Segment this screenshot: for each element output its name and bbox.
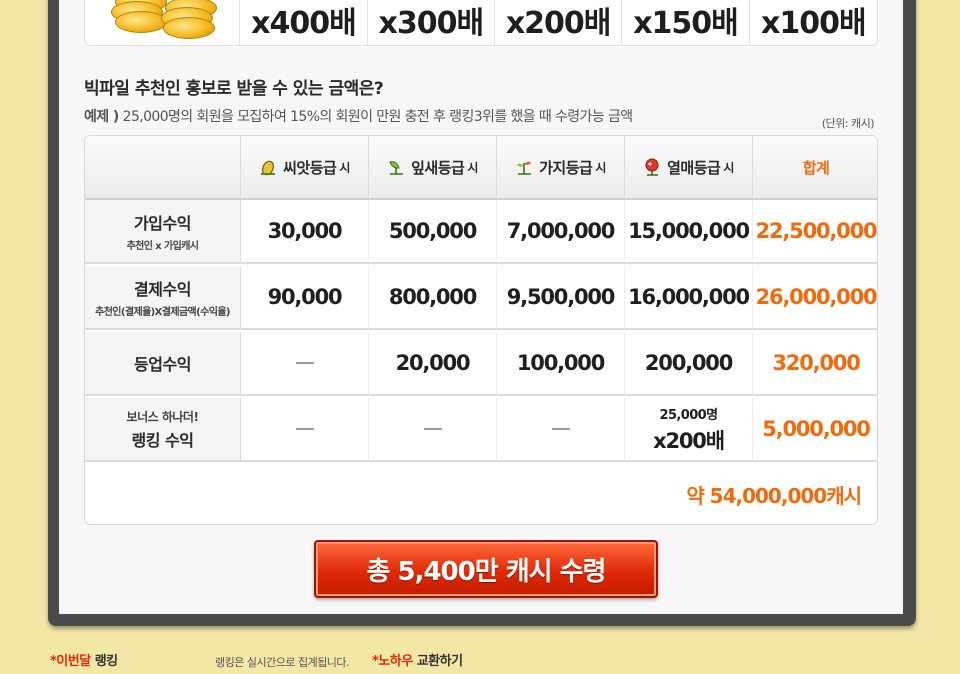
row-total: 22,500,000 <box>755 219 877 243</box>
table-row: 결제수익 추천인(결제율)X결제금액(수익율) 90,000 800,000 9… <box>85 266 877 330</box>
example-description: 25,000명의 회원을 모집하여 15%의 회원이 만원 충전 후 랭킹3위를… <box>122 109 634 125</box>
table-cell-empty <box>497 398 625 460</box>
leaf-icon <box>387 158 405 176</box>
table-cell-empty <box>241 398 369 460</box>
header-stage-leaf: 잎새등급 시 <box>369 136 497 198</box>
sprout-icon <box>515 158 533 176</box>
unit-note: (단위: 캐시) <box>821 117 875 130</box>
dash-mark <box>551 428 570 430</box>
table-cell: 500,000 <box>369 200 497 262</box>
table-row: 등업수익 20,000 100,000 200,000 320,000 <box>85 332 877 396</box>
header-stage-branch: 가지등급 시 <box>497 136 625 198</box>
grand-total: 약 54,000,000캐시 <box>686 483 862 508</box>
dash-mark <box>295 362 314 364</box>
header-empty-cell <box>85 136 241 198</box>
row-label-cell: 보너스 하나더! 랭킹 수익 <box>85 398 241 460</box>
header-total: 합계 <box>802 158 830 177</box>
seed-icon <box>259 158 277 176</box>
monthly-ranking-link[interactable]: *이번달 랭킹 <box>50 650 118 669</box>
multiplier-value: x200배 <box>495 0 623 45</box>
row-total: 5,000,000 <box>762 417 871 441</box>
fruit-tree-icon <box>643 158 661 176</box>
multiplier-value: x300배 <box>368 0 495 45</box>
table-cell: 90,000 <box>241 266 369 328</box>
table-cell: 30,000 <box>241 200 369 262</box>
row-label-cell: 결제수익 추천인(결제율)X결제금액(수익율) <box>85 266 241 328</box>
multiplier-value: x100배 <box>761 6 867 41</box>
coin-stack-image <box>85 0 241 45</box>
header-stage-seed: 씨앗등급 시 <box>241 136 369 198</box>
table-cell: 200,000 <box>625 332 753 394</box>
table-cell: 20,000 <box>369 332 497 394</box>
table-cell: 800,000 <box>369 266 497 328</box>
example-label: 예제 ) <box>84 109 119 125</box>
header-stage-fruit: 열매등급 시 <box>625 136 753 198</box>
row-label-cell: 등업수익 <box>85 332 241 394</box>
ranking-note: 랭킹은 실시간으로 집계됩니다. <box>215 656 350 669</box>
revenue-table: 씨앗등급 시 잎새등급 시 가지등급 시 열매등급 시 합계 가입수익 추천인 x 가입… <box>84 135 878 525</box>
table-cell: 100,000 <box>497 332 625 394</box>
example-text: 예제 ) 25,000명의 회원을 모집하여 15%의 회원이 만원 충전 후 랭… <box>84 106 633 126</box>
row-total: 26,000,000 <box>755 285 877 309</box>
table-header-row: 씨앗등급 시 잎새등급 시 가지등급 시 열매등급 시 합계 <box>85 136 877 200</box>
row-label-cell: 가입수익 추천인 x 가입캐시 <box>85 200 241 262</box>
table-cell: 7,000,000 <box>497 200 625 262</box>
dash-mark <box>295 428 314 430</box>
table-cell: 9,500,000 <box>497 266 625 328</box>
knowhow-exchange-link[interactable]: *노하우 교환하기 <box>372 650 463 669</box>
table-row: 가입수익 추천인 x 가입캐시 30,000 500,000 7,000,000… <box>85 200 877 264</box>
table-cell: 25,000명 x200배 <box>625 398 753 460</box>
receive-cash-button[interactable]: 총 5,400만 캐시 수령 <box>314 540 658 598</box>
section-title: 빅파일 추천인 홍보로 받을 수 있는 금액은? <box>84 79 384 99</box>
multiplier-value: x150배 <box>622 0 750 45</box>
table-cell-empty <box>241 332 369 394</box>
table-cell: 15,000,000 <box>625 200 753 262</box>
multiplier-value: x400배 <box>240 0 368 45</box>
table-cell-empty <box>369 398 497 460</box>
dash-mark <box>423 428 442 430</box>
multiplier-strip: x400배 x300배 x200배 x150배 x100배 <box>84 0 878 46</box>
table-cell: 16,000,000 <box>625 266 753 328</box>
row-total: 320,000 <box>772 351 860 375</box>
table-row: 보너스 하나더! 랭킹 수익 25,000명 x200배 5,000,000 <box>85 398 877 462</box>
